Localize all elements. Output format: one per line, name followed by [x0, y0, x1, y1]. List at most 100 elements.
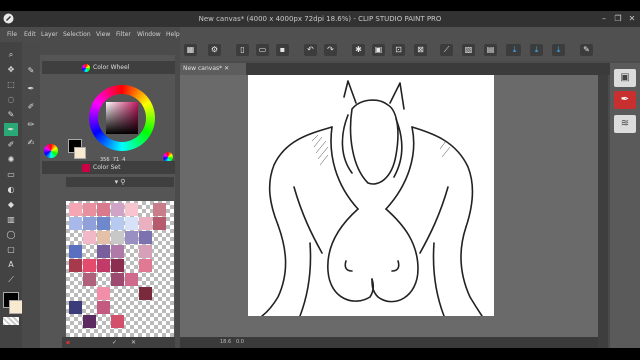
menu-edit[interactable]: Edit — [24, 31, 36, 38]
color-swatch[interactable] — [111, 273, 124, 286]
gradient-tool-icon[interactable]: ▥ — [4, 213, 18, 226]
color-swatch[interactable] — [83, 217, 96, 230]
sub-color-indicator[interactable] — [74, 147, 86, 159]
menu-selection[interactable]: Selection — [63, 31, 91, 38]
canvas-paper[interactable] — [248, 75, 494, 317]
pen-tool-icon[interactable]: ✒ — [4, 123, 18, 136]
save-icon[interactable]: ▪ — [276, 44, 289, 56]
redo-icon[interactable]: ↷ — [324, 44, 337, 56]
close-button[interactable]: ✕ — [625, 12, 639, 25]
transform-icon[interactable]: ⊠ — [414, 44, 427, 56]
sparkle-icon[interactable]: ✱ — [352, 44, 365, 56]
color-swatch[interactable] — [69, 203, 82, 216]
brush-subtool-icon[interactable]: ✐ — [24, 100, 38, 113]
figure-tool-icon[interactable]: ◯ — [4, 228, 18, 241]
color-swatch[interactable] — [139, 245, 152, 258]
frame-tool-icon[interactable]: ▢ — [4, 243, 18, 256]
maximize-button[interactable]: ❐ — [611, 12, 625, 25]
select-tool-icon[interactable]: ⬚ — [4, 78, 18, 91]
settings-icon[interactable]: ⚙ — [208, 44, 221, 56]
color-swatch[interactable] — [111, 203, 124, 216]
color-swatch[interactable] — [125, 231, 138, 244]
color-swatch[interactable] — [97, 245, 110, 258]
sub-color-swatch[interactable] — [9, 300, 23, 314]
color-swatch[interactable] — [111, 259, 124, 272]
color-swatch[interactable] — [97, 231, 110, 244]
color-swatch[interactable] — [97, 259, 110, 272]
color-swatch[interactable] — [139, 259, 152, 272]
menu-help[interactable]: Help — [166, 31, 180, 38]
color-swatch[interactable] — [97, 217, 110, 230]
color-swatch[interactable] — [69, 301, 82, 314]
color-swatch[interactable] — [83, 203, 96, 216]
color-swatch[interactable] — [69, 217, 82, 230]
undo-icon[interactable]: ↶ — [304, 44, 317, 56]
color-set-swatches[interactable] — [66, 201, 174, 341]
transparent-color-swatch[interactable] — [3, 317, 19, 325]
color-wheel-tab-icon[interactable] — [82, 63, 90, 72]
color-swatch[interactable] — [125, 203, 138, 216]
snap-ruler-icon[interactable]: ⤓ — [508, 44, 521, 56]
color-swatch[interactable] — [139, 287, 152, 300]
crop-icon[interactable]: ⊡ — [392, 44, 405, 56]
menu-file[interactable]: File — [7, 31, 17, 38]
color-swatch[interactable] — [97, 301, 110, 314]
move-tool-icon[interactable]: ✥ — [4, 63, 18, 76]
navigator-icon[interactable]: ▣ — [614, 69, 636, 87]
menu-filter[interactable]: Filter — [116, 31, 131, 38]
replace-color-icon[interactable]: ✓ — [112, 339, 117, 346]
snap-special-ruler-icon[interactable]: ⤓ — [530, 44, 543, 56]
layer-properties-icon[interactable]: ≋ — [614, 115, 636, 133]
color-wheel-small-icon[interactable] — [44, 144, 58, 158]
correct-line-tool-icon[interactable]: ⟋ — [4, 273, 18, 286]
color-set-dropdown[interactable]: ▾ ⚲ — [66, 177, 174, 187]
clear-selection-icon[interactable]: ▣ — [372, 44, 385, 56]
blend-tool-icon[interactable]: ◐ — [4, 183, 18, 196]
menu-window[interactable]: Window — [137, 31, 161, 38]
minimize-button[interactable]: – — [597, 12, 611, 25]
color-swatch[interactable] — [111, 245, 124, 258]
color-swatch[interactable] — [83, 315, 96, 328]
color-swatch[interactable] — [83, 273, 96, 286]
saturation-value-square[interactable] — [106, 102, 138, 134]
fill-tool-icon[interactable]: ◆ — [4, 198, 18, 211]
ink-subtool-icon[interactable]: ✍ — [24, 136, 38, 149]
color-swatch[interactable] — [153, 203, 166, 216]
color-swatch[interactable] — [97, 203, 110, 216]
add-color-icon[interactable]: ▪ — [66, 339, 70, 346]
color-set-tab-icon[interactable] — [82, 163, 90, 172]
eyedropper-tool-icon[interactable]: ✎ — [4, 108, 18, 121]
color-swatch[interactable] — [139, 217, 152, 230]
color-swatch[interactable] — [83, 259, 96, 272]
text-tool-icon[interactable]: A — [4, 258, 18, 271]
fill-icon[interactable]: ▧ — [462, 44, 475, 56]
color-swatch[interactable] — [153, 217, 166, 230]
rotation-value[interactable]: 0.0 — [236, 339, 244, 345]
canvas-area[interactable] — [180, 75, 598, 348]
pencil-subtool-icon[interactable]: ✎ — [24, 64, 38, 77]
color-set-title[interactable]: Color Set — [93, 164, 120, 171]
color-swatch[interactable] — [111, 231, 124, 244]
color-picker-icon[interactable]: ✎ — [580, 44, 593, 56]
open-folder-icon[interactable]: ▭ — [256, 44, 269, 56]
color-swatch[interactable] — [69, 259, 82, 272]
airbrush-tool-icon[interactable]: ✺ — [4, 153, 18, 166]
close-tab-icon[interactable]: ✕ — [224, 65, 229, 72]
vertical-scrollbar[interactable] — [598, 75, 608, 348]
zoom-tool-icon[interactable]: ⌕ — [4, 48, 18, 61]
snap-grid-icon[interactable]: ⤓ — [552, 44, 565, 56]
color-swatch[interactable] — [97, 287, 110, 300]
ruler-icon[interactable]: ⟋ — [440, 44, 453, 56]
new-file-icon[interactable]: ▯ — [236, 44, 249, 56]
color-swatch[interactable] — [125, 217, 138, 230]
document-tab[interactable]: New canvas* ✕ — [180, 63, 246, 75]
lasso-tool-icon[interactable]: ◌ — [4, 93, 18, 106]
marker-subtool-icon[interactable]: ✏ — [24, 118, 38, 131]
color-swatch[interactable] — [139, 231, 152, 244]
delete-color-icon[interactable]: ✕ — [131, 339, 136, 346]
color-swatch[interactable] — [125, 273, 138, 286]
layer-icon[interactable]: ▤ — [484, 44, 497, 56]
menu-view[interactable]: View — [96, 31, 110, 38]
zoom-level[interactable]: 18.6 — [220, 339, 231, 345]
color-swatch[interactable] — [111, 217, 124, 230]
